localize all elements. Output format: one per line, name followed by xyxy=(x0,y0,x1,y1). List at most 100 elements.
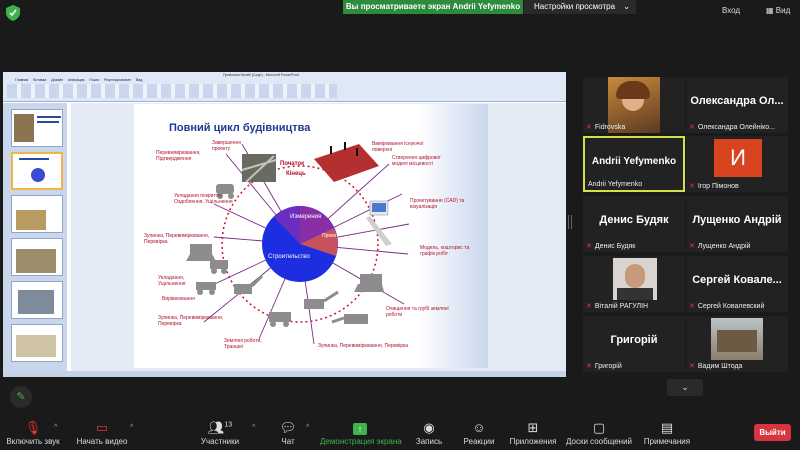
start-video-label: Начать видео xyxy=(76,437,128,446)
chat-label: Чат xyxy=(281,437,295,446)
whiteboards-button[interactable]: ▢ Доски сообщений xyxy=(565,420,633,446)
diagram-label: Модель, кошторис та графік робіт xyxy=(420,245,470,257)
ribbon-toolbar-icons xyxy=(7,84,337,98)
security-shield-icon[interactable] xyxy=(6,5,20,21)
slide-thumbnail-active xyxy=(11,152,63,190)
record-label: Запись xyxy=(415,437,443,446)
diagram-label: Зупинка, Перевимірювання, Перевірка xyxy=(144,233,210,245)
apps-icon: ⊞ xyxy=(527,420,539,435)
view-options-button[interactable]: Настройки просмотра ⌄ xyxy=(524,0,636,14)
participant-name: Олександра Ол... xyxy=(690,95,784,107)
muted-mic-icon: ✕ xyxy=(689,124,695,131)
muted-mic-icon: ✕ xyxy=(689,243,695,250)
reactions-label: Реакции xyxy=(463,437,495,446)
participant-caption: ✕ Ігор Пімонов xyxy=(689,183,739,190)
chevron-down-icon: ⌄ xyxy=(623,2,630,11)
muted-mic-icon: ✕ xyxy=(689,183,695,190)
start-video-button[interactable]: ▭ Начать видео xyxy=(76,420,128,446)
participant-name: Сергей Ковале... xyxy=(692,274,782,286)
participant-name: Денис Будяк xyxy=(599,214,669,226)
participants-label: Участники xyxy=(200,437,240,446)
notes-icon: ▤ xyxy=(660,420,674,435)
diagram-label: Земляні роботи, Траншеї xyxy=(224,338,262,350)
status-bar xyxy=(3,371,566,377)
participant-tile[interactable]: И ✕ Ігор Пімонов xyxy=(686,136,788,192)
audio-options-caret[interactable]: ^ xyxy=(54,424,57,431)
enter-label[interactable]: Вход xyxy=(722,6,740,15)
unmute-button[interactable]: 🎙︎ Включить звук xyxy=(6,420,60,446)
diagram-label: Очищення та грубі земляні роботи xyxy=(386,306,449,318)
view-options-label: Настройки просмотра xyxy=(534,2,616,11)
participant-video xyxy=(613,258,657,300)
participants-button[interactable]: 👥︎13 Участники xyxy=(198,420,242,446)
annotate-pen-button[interactable]: ✎ xyxy=(10,386,32,408)
chat-icon: 💬︎ xyxy=(279,420,297,435)
diagram-label: Створення цифрової моделі місцевості xyxy=(392,155,441,167)
slide-thumbnail xyxy=(11,238,63,276)
participant-tile[interactable]: Сергей Ковале... ✕ Сергей Ковалевский xyxy=(686,256,788,312)
start-label: Початок xyxy=(280,161,305,167)
participant-caption: ✕ Сергей Ковалевский xyxy=(689,303,765,310)
participant-tile[interactable]: ✕ Вадим Штода xyxy=(686,316,788,372)
diagram-label: Вирівнювання xyxy=(162,296,195,302)
scroll-down-button[interactable]: ⌄ xyxy=(667,379,703,396)
end-label: Кінець xyxy=(286,171,306,177)
participant-caption: ✕ Віталій РАГУЛІН xyxy=(586,303,649,310)
chat-options-caret[interactable]: ^ xyxy=(306,424,309,431)
leave-button[interactable]: Выйти xyxy=(754,424,791,441)
participant-caption: ✕ Олександра Олейніко... xyxy=(689,124,775,131)
share-status-banner: Вы просматриваете экран Andrii Yefymenko xyxy=(343,0,523,14)
video-off-icon: ▭ xyxy=(95,420,109,435)
participant-name: Лущенко Андрій xyxy=(692,214,782,226)
muted-mic-icon: ✕ xyxy=(586,303,592,310)
participant-tile[interactable]: Лущенко Андрій ✕ Лущенко Андрій xyxy=(686,196,788,252)
participant-tile-active-speaker[interactable]: Andrii Yefymenko Andrii Yefymenko xyxy=(583,136,685,192)
slide-thumbnail xyxy=(11,324,63,362)
participant-name: Andrii Yefymenko xyxy=(591,156,677,167)
reactions-button[interactable]: ☺ Реакции xyxy=(462,420,496,446)
participant-tile[interactable]: Олександра Ол... ✕ Олександра Олейніко... xyxy=(686,77,788,133)
share-screen-button[interactable]: ↑ Демонстрация экрана xyxy=(320,420,402,446)
panel-resize-handle[interactable] xyxy=(568,215,572,229)
grid-icon: ▦ xyxy=(766,6,774,15)
muted-mic-icon: ✕ xyxy=(586,243,592,250)
chat-button[interactable]: 💬︎ Чат xyxy=(278,420,298,446)
sector-construction-label: Строительство xyxy=(268,254,310,260)
apps-label: Приложения xyxy=(509,437,557,446)
participant-avatar: И xyxy=(714,139,762,177)
participant-caption: ✕ Fidrovska xyxy=(586,124,626,131)
diagram-label: Укладання покриття, Оздоблення, Ущільнен… xyxy=(174,193,233,205)
participant-tile[interactable]: Григорій ✕ Григорій xyxy=(583,316,685,372)
ribbon-tabs: Главная Вставка Дизайн Анимация Показ Ре… xyxy=(15,78,143,82)
participants-icon: 👥︎13 xyxy=(207,420,233,435)
participants-options-caret[interactable]: ^ xyxy=(252,424,255,431)
notes-button[interactable]: ▤ Примечания xyxy=(643,420,691,446)
participant-caption: ✕ Лущенко Андрій xyxy=(689,243,751,250)
participant-tile[interactable]: ✕ Віталій РАГУЛІН xyxy=(583,256,685,312)
record-button[interactable]: ◉ Запись xyxy=(412,420,446,446)
ppt-ribbon: Прийомна Modell (Сaдн) - Microsoft Power… xyxy=(3,72,566,102)
participant-caption: ✕ Григорій xyxy=(586,363,622,370)
share-screen-icon: ↑ xyxy=(320,420,400,435)
diagram-label: Зупинка, Перевимірювання, Перевірка xyxy=(318,343,409,349)
view-button[interactable]: ▦ Вид xyxy=(766,6,790,15)
participant-caption: Andrii Yefymenko xyxy=(588,181,643,188)
video-options-caret[interactable]: ^ xyxy=(130,424,133,431)
slide-thumbnails xyxy=(3,103,67,371)
participants-count: 13 xyxy=(224,421,233,429)
participant-tile[interactable]: Денис Будяк ✕ Денис Будяк xyxy=(583,196,685,252)
participant-tile[interactable]: ✕ Fidrovska xyxy=(583,77,685,133)
diagram-label: Завершення проекту xyxy=(212,140,241,152)
muted-mic-icon: ✕ xyxy=(689,303,695,310)
slide-thumbnail xyxy=(11,281,63,319)
notes-label: Примечания xyxy=(643,437,691,446)
meeting-toolbar: 🎙︎ Включить звук ^ ▭ Начать видео ^ 👥︎13… xyxy=(0,412,800,450)
unmute-label: Включить звук xyxy=(6,437,60,446)
apps-button[interactable]: ⊞ Приложения xyxy=(508,420,558,446)
diagram-label: Перевнімірювання, Підтвердження xyxy=(156,150,201,162)
window-title: Прийомна Modell (Сaдн) - Microsoft Power… xyxy=(223,73,299,77)
whiteboards-label: Доски сообщений xyxy=(565,437,632,446)
slide-thumbnail xyxy=(11,109,63,147)
participant-video xyxy=(711,318,763,360)
diagram-label: Укладання, Ущільнення xyxy=(158,275,186,287)
